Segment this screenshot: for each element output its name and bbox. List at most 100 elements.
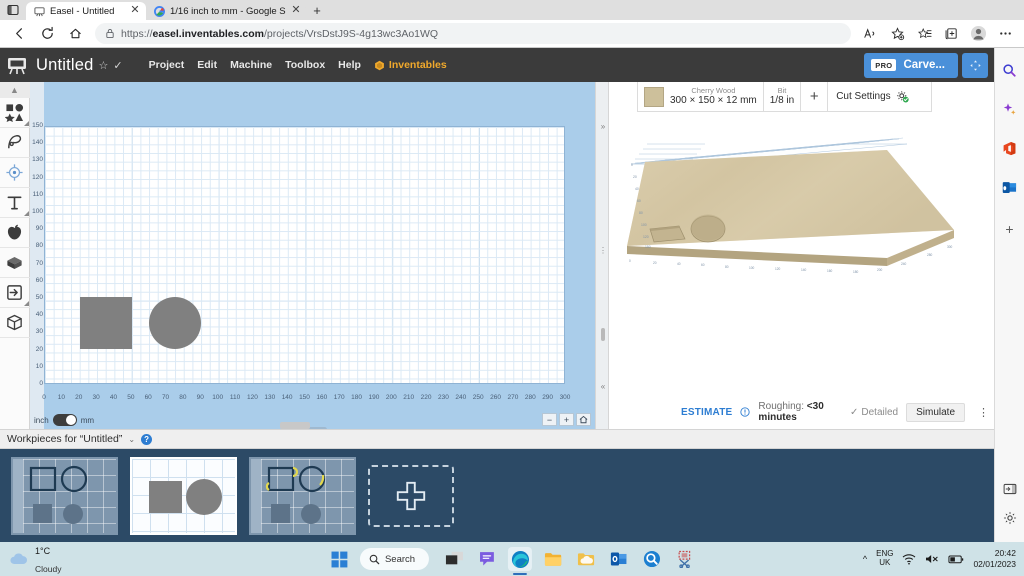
- material-grid[interactable]: [44, 126, 565, 384]
- estimate-more-button[interactable]: ⋮: [973, 406, 994, 419]
- cube-tool[interactable]: [0, 308, 30, 338]
- help-icon[interactable]: ?: [141, 433, 153, 445]
- favorite-star-icon[interactable]: ☆: [99, 59, 109, 72]
- menu-project[interactable]: Project: [149, 59, 185, 71]
- ruler-tick: 150: [299, 394, 310, 401]
- settings-gear-icon[interactable]: [995, 503, 1024, 532]
- more-icon[interactable]: [993, 22, 1018, 46]
- apps-tool[interactable]: [0, 218, 30, 248]
- unit-toggle[interactable]: inch mm: [34, 414, 94, 426]
- menu-inventables[interactable]: Inventables: [374, 59, 447, 71]
- ruler-tick: 90: [35, 225, 43, 233]
- add-icon[interactable]: +: [995, 214, 1024, 243]
- back-icon[interactable]: [6, 22, 32, 46]
- page-title: Untitled: [36, 55, 94, 74]
- search-icon[interactable]: [995, 56, 1024, 85]
- task-view-icon[interactable]: [442, 547, 466, 571]
- chevron-down-icon[interactable]: ⌄: [128, 435, 135, 444]
- language-indicator[interactable]: ENG UK: [876, 549, 893, 568]
- zoom-in-button[interactable]: +: [559, 413, 574, 426]
- read-aloud-icon[interactable]: [858, 22, 883, 46]
- collapse-rail-button[interactable]: ▲: [0, 82, 30, 98]
- canvas-shape-square[interactable]: [79, 297, 132, 349]
- origin-tool[interactable]: [0, 158, 30, 188]
- material-selector[interactable]: Cherry Wood 300 × 150 × 12 mm: [638, 82, 763, 111]
- ruler-tick: 130: [264, 394, 276, 401]
- text-tool[interactable]: [0, 188, 30, 218]
- 3d-shape-tool[interactable]: [0, 248, 30, 278]
- favorites-list-icon[interactable]: [912, 22, 937, 46]
- list-item[interactable]: [249, 456, 356, 535]
- cut-settings-button[interactable]: Cut Settings: [828, 82, 916, 111]
- machine-jog-dpad-icon[interactable]: [962, 52, 988, 78]
- menu-toolbox[interactable]: Toolbox: [285, 59, 325, 71]
- browser-tab-easel[interactable]: Easel - Untitled ✕: [26, 2, 146, 20]
- favorite-icon[interactable]: [885, 22, 910, 46]
- teams-icon[interactable]: [475, 547, 499, 571]
- panel-divider[interactable]: » ⋮ «: [595, 82, 609, 429]
- file-explorer-icon[interactable]: [541, 547, 565, 571]
- browser-tab-google[interactable]: 1/16 inch to mm - Google Search ✕: [146, 2, 306, 20]
- search-highlight-icon[interactable]: [640, 547, 664, 571]
- carve-button[interactable]: PRO Carve...: [864, 52, 958, 78]
- browser-tab-title: Easel - Untitled: [50, 5, 115, 17]
- add-bit-button[interactable]: +: [801, 82, 827, 111]
- unit-toggle-switch[interactable]: [52, 414, 77, 426]
- new-tab-button[interactable]: +: [306, 2, 328, 20]
- divider-grip[interactable]: [601, 328, 605, 341]
- edge-icon[interactable]: [508, 547, 533, 571]
- weather-widget[interactable]: 1°C Cloudy: [0, 541, 150, 576]
- svg-text:100: 100: [641, 223, 647, 227]
- system-tray: ^ ENG UK 20:42 02/01/2023: [863, 548, 1024, 569]
- tab-actions-icon[interactable]: [0, 0, 26, 20]
- design-canvas[interactable]: 150 140 130 120 110 100 90 80 70 60 50 40 30 20 10 0 01…: [30, 82, 595, 429]
- import-tool[interactable]: [0, 278, 30, 308]
- menu-machine[interactable]: Machine: [230, 59, 272, 71]
- outlook-icon[interactable]: [607, 547, 631, 571]
- outlook-icon[interactable]: [995, 173, 1024, 202]
- zoom-home-icon[interactable]: [576, 413, 591, 426]
- search-input[interactable]: Search: [359, 548, 430, 570]
- menu-help[interactable]: Help: [338, 59, 361, 71]
- profile-icon[interactable]: [966, 22, 991, 46]
- bit-selector[interactable]: Bit 1/8 in: [764, 82, 800, 111]
- home-icon[interactable]: [62, 22, 88, 46]
- menu-edit[interactable]: Edit: [197, 59, 217, 71]
- expand-right-icon[interactable]: »: [596, 122, 610, 131]
- volume-muted-icon[interactable]: [925, 553, 939, 565]
- canvas-shape-circle[interactable]: [149, 297, 202, 349]
- wifi-icon[interactable]: [902, 553, 916, 565]
- tray-overflow-icon[interactable]: ^: [863, 554, 867, 564]
- shapes-tool[interactable]: [0, 98, 30, 128]
- add-workpiece-button[interactable]: [368, 464, 454, 527]
- 3d-preview[interactable]: 0 20 40 60 80 100 120 150 0 20 40 60 80 100 120 14…: [609, 122, 994, 422]
- clock[interactable]: 20:42 02/01/2023: [973, 548, 1016, 569]
- close-icon[interactable]: ✕: [129, 5, 141, 17]
- svg-text:0: 0: [631, 163, 633, 167]
- collections-icon[interactable]: [939, 22, 964, 46]
- easel-header-actions: PRO Carve...: [864, 52, 988, 78]
- tray-resize-handle[interactable]: [280, 422, 310, 429]
- refresh-icon[interactable]: [34, 22, 60, 46]
- address-bar[interactable]: https://easel.inventables.com/projects/V…: [95, 23, 851, 44]
- onedrive-icon[interactable]: [574, 547, 598, 571]
- copilot-icon[interactable]: [995, 95, 1024, 124]
- preview-panel: Cherry Wood 300 × 150 × 12 mm Bit 1/8 in…: [609, 82, 994, 429]
- ruler-tick: 20: [75, 394, 83, 401]
- simulate-button[interactable]: Simulate: [906, 402, 965, 422]
- detailed-toggle[interactable]: ✓ Detailed: [850, 407, 898, 418]
- zoom-out-button[interactable]: −: [542, 413, 557, 426]
- estimate-label[interactable]: ESTIMATE: [681, 407, 732, 418]
- office-icon[interactable]: [995, 134, 1024, 163]
- easel-logo-icon[interactable]: [6, 55, 28, 75]
- collapse-left-icon[interactable]: «: [596, 382, 610, 391]
- battery-icon[interactable]: [948, 554, 964, 565]
- estimate-info-icon[interactable]: [740, 407, 751, 417]
- close-icon[interactable]: ✕: [291, 5, 301, 17]
- list-item[interactable]: [130, 456, 237, 535]
- pen-tool[interactable]: [0, 128, 30, 158]
- start-icon[interactable]: [327, 547, 351, 571]
- sidebar-toggle-icon[interactable]: [995, 474, 1024, 503]
- snipping-tool-icon[interactable]: [673, 547, 697, 571]
- list-item[interactable]: [11, 456, 118, 535]
